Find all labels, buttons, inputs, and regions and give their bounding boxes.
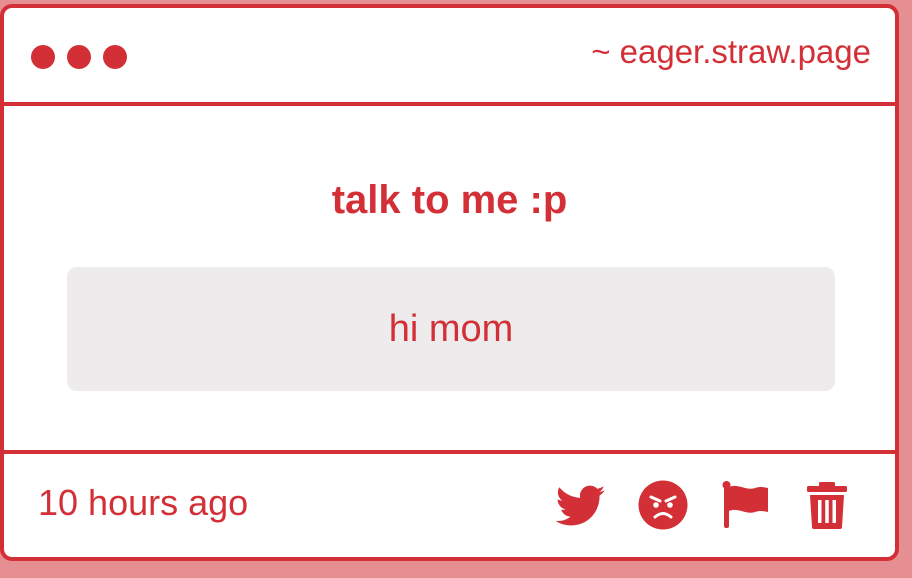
window-dot-3 [103,45,127,69]
message-body: talk to me :p hi mom [4,106,895,450]
window-dot-1 [31,45,55,69]
window-dots [31,45,127,69]
angry-face-icon[interactable] [638,480,688,530]
reply-box: hi mom [67,267,835,391]
window-titlebar: ~ eager.straw.page [4,8,895,106]
page-url[interactable]: ~ eager.straw.page [591,33,871,71]
timestamp: 10 hours ago [38,482,249,523]
trash-icon[interactable] [802,480,852,530]
message-card: ~ eager.straw.page talk to me :p hi mom … [0,4,899,561]
twitter-icon[interactable] [556,480,606,530]
window-dot-2 [67,45,91,69]
action-bar [556,480,852,530]
reply-text: hi mom [388,307,514,350]
flag-icon[interactable] [720,480,770,530]
card-footer: 10 hours ago [4,450,895,557]
prompt-title: talk to me :p [331,178,568,222]
